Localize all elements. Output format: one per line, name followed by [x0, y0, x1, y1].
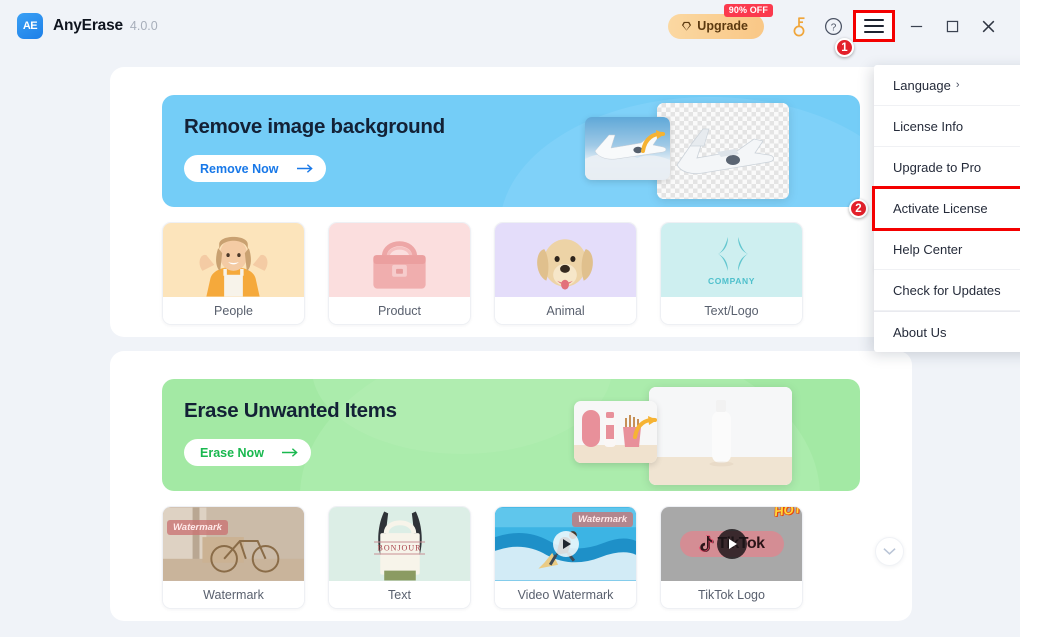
- chevron-right-icon: ›: [955, 79, 960, 91]
- expand-erase-items-button[interactable]: [875, 537, 904, 566]
- card-label: TikTok Logo: [661, 581, 802, 608]
- menu-item-language[interactable]: Language ›: [874, 65, 1020, 106]
- question-mark-circle-icon: ?: [824, 17, 842, 35]
- card-row-erase-items: Watermark Watermark BONJOUR Text Waterma…: [162, 506, 803, 609]
- annotation-badge-1: 1: [835, 38, 854, 57]
- card-people[interactable]: People: [162, 222, 305, 325]
- menu-item-help-center[interactable]: Help Center: [874, 229, 1020, 270]
- close-button[interactable]: [970, 9, 1006, 43]
- card-label: Video Watermark: [495, 581, 636, 608]
- app-title: AnyErase: [53, 17, 123, 34]
- tote-bag-thumbnail: BONJOUR: [329, 507, 470, 581]
- menu-item-license-info[interactable]: License Info: [874, 106, 1020, 147]
- menu-item-check-for-updates[interactable]: Check for Updates: [874, 270, 1020, 311]
- anyerase-window: AE AnyErase 4.0.0 Upgrade 90% OFF ? 1 2 …: [0, 0, 1020, 637]
- minimize-button[interactable]: [898, 9, 934, 43]
- arrow-right-icon: [281, 448, 298, 457]
- erase-now-label: Erase Now: [200, 445, 264, 460]
- chevron-down-icon: [883, 548, 896, 555]
- key-icon-button[interactable]: [782, 9, 816, 43]
- watermark-overlay-text: Watermark: [572, 512, 633, 527]
- surfer-video-thumbnail: Watermark: [495, 507, 636, 581]
- minimize-icon: [910, 25, 922, 27]
- card-label: Text/Logo: [661, 297, 802, 324]
- maximize-button[interactable]: [934, 9, 970, 43]
- hot-badge: HOT!: [773, 507, 802, 520]
- remove-now-label: Remove Now: [200, 161, 279, 176]
- curved-arrow-icon: [633, 416, 657, 439]
- watermark-overlay-text: Watermark: [167, 520, 228, 535]
- remove-now-button[interactable]: Remove Now: [184, 155, 326, 182]
- menu-item-label: Upgrade to Pro: [893, 159, 982, 175]
- girl-portrait-thumbnail: [163, 223, 304, 297]
- erase-now-button[interactable]: Erase Now: [184, 439, 311, 466]
- play-icon[interactable]: [716, 529, 747, 559]
- play-icon[interactable]: [552, 531, 579, 557]
- card-animal[interactable]: Animal: [494, 222, 637, 325]
- card-text[interactable]: BONJOUR Text: [328, 506, 471, 609]
- menu-item-label: About Us: [893, 324, 947, 340]
- tiktok-note-icon: [699, 535, 714, 552]
- main-content: Remove image background Remove Now Peopl…: [0, 52, 1020, 637]
- annotation-badge-2: 2: [849, 199, 868, 218]
- golden-retriever-dog-thumbnail: [495, 223, 636, 297]
- discount-badge: 90% OFF: [723, 3, 773, 17]
- pink-handbag-thumbnail: [329, 223, 470, 297]
- card-tiktok-logo[interactable]: TikTok HOT! TikTok Logo: [660, 506, 803, 609]
- menu-item-label: Activate License: [893, 200, 988, 216]
- menu-item-about-us[interactable]: About Us: [874, 311, 1020, 352]
- main-dropdown-menu: Language › License Info Upgrade to Pro A…: [872, 65, 1020, 352]
- menu-item-label: Help Center: [893, 241, 963, 257]
- card-label: Text: [329, 581, 470, 608]
- title-bar: AE AnyErase 4.0.0 Upgrade 90% OFF ?: [0, 0, 1020, 52]
- menu-item-label: Language: [893, 77, 951, 93]
- banner-title: Erase Unwanted Items: [184, 399, 397, 422]
- app-version: 4.0.0: [129, 19, 158, 33]
- upgrade-button[interactable]: Upgrade: [668, 13, 764, 39]
- hamburger-menu-button[interactable]: [853, 10, 895, 42]
- tiktok-logo-thumbnail: TikTok HOT!: [661, 507, 802, 581]
- bicycle-watermark-thumbnail: Watermark: [163, 507, 304, 581]
- card-label: Watermark: [163, 581, 304, 608]
- card-label: Animal: [495, 297, 636, 324]
- card-watermark[interactable]: Watermark Watermark: [162, 506, 305, 609]
- app-brand: AE AnyErase 4.0.0: [17, 13, 158, 39]
- banner-erase-items[interactable]: Erase Unwanted Items Erase Now: [162, 379, 860, 491]
- app-logo-icon: AE: [17, 13, 43, 39]
- card-product[interactable]: Product: [328, 222, 471, 325]
- menu-item-label: Check for Updates: [893, 282, 1001, 298]
- card-text-logo[interactable]: COMPANY Text/Logo: [660, 222, 803, 325]
- arrow-right-icon: [296, 164, 313, 173]
- section-background-removal: Remove image background Remove Now Peopl…: [110, 67, 912, 337]
- close-icon: [982, 20, 994, 32]
- activate-license-menu-item[interactable]: Activate License: [872, 186, 1020, 231]
- maximize-icon: [946, 20, 958, 32]
- svg-text:?: ?: [830, 22, 836, 33]
- section-erase-items: Erase Unwanted Items Erase Now Watermark…: [110, 351, 912, 621]
- upgrade-wrapper: Upgrade 90% OFF: [668, 3, 773, 39]
- card-label: People: [163, 297, 304, 324]
- screenshot-root: AE AnyErase 4.0.0 Upgrade 90% OFF ? 1 2 …: [0, 0, 1041, 637]
- menu-item-upgrade-to-pro[interactable]: Upgrade to Pro: [874, 147, 1020, 188]
- white-bottle-after-image: [649, 387, 792, 485]
- gem-icon: [682, 21, 692, 31]
- company-logo-text: COMPANY: [707, 276, 755, 286]
- key-icon: [793, 16, 804, 36]
- diamond-logo-icon: [717, 237, 748, 271]
- bonjour-overlay-text: BONJOUR: [373, 541, 426, 555]
- airplane-cutout-after-image: [657, 103, 789, 199]
- menu-item-label: License Info: [893, 118, 964, 134]
- upgrade-label: Upgrade: [697, 19, 748, 33]
- curved-arrow-icon: [641, 130, 665, 153]
- hamburger-menu-icon: [864, 15, 884, 37]
- card-video-watermark[interactable]: Watermark Video Watermark: [494, 506, 637, 609]
- card-label: Product: [329, 297, 470, 324]
- banner-title: Remove image background: [184, 115, 445, 138]
- card-row-background-removal: People Product Animal COMPANY Text/Logo: [162, 222, 803, 325]
- banner-remove-background[interactable]: Remove image background Remove Now: [162, 95, 860, 207]
- company-logo-thumbnail: COMPANY: [661, 223, 802, 297]
